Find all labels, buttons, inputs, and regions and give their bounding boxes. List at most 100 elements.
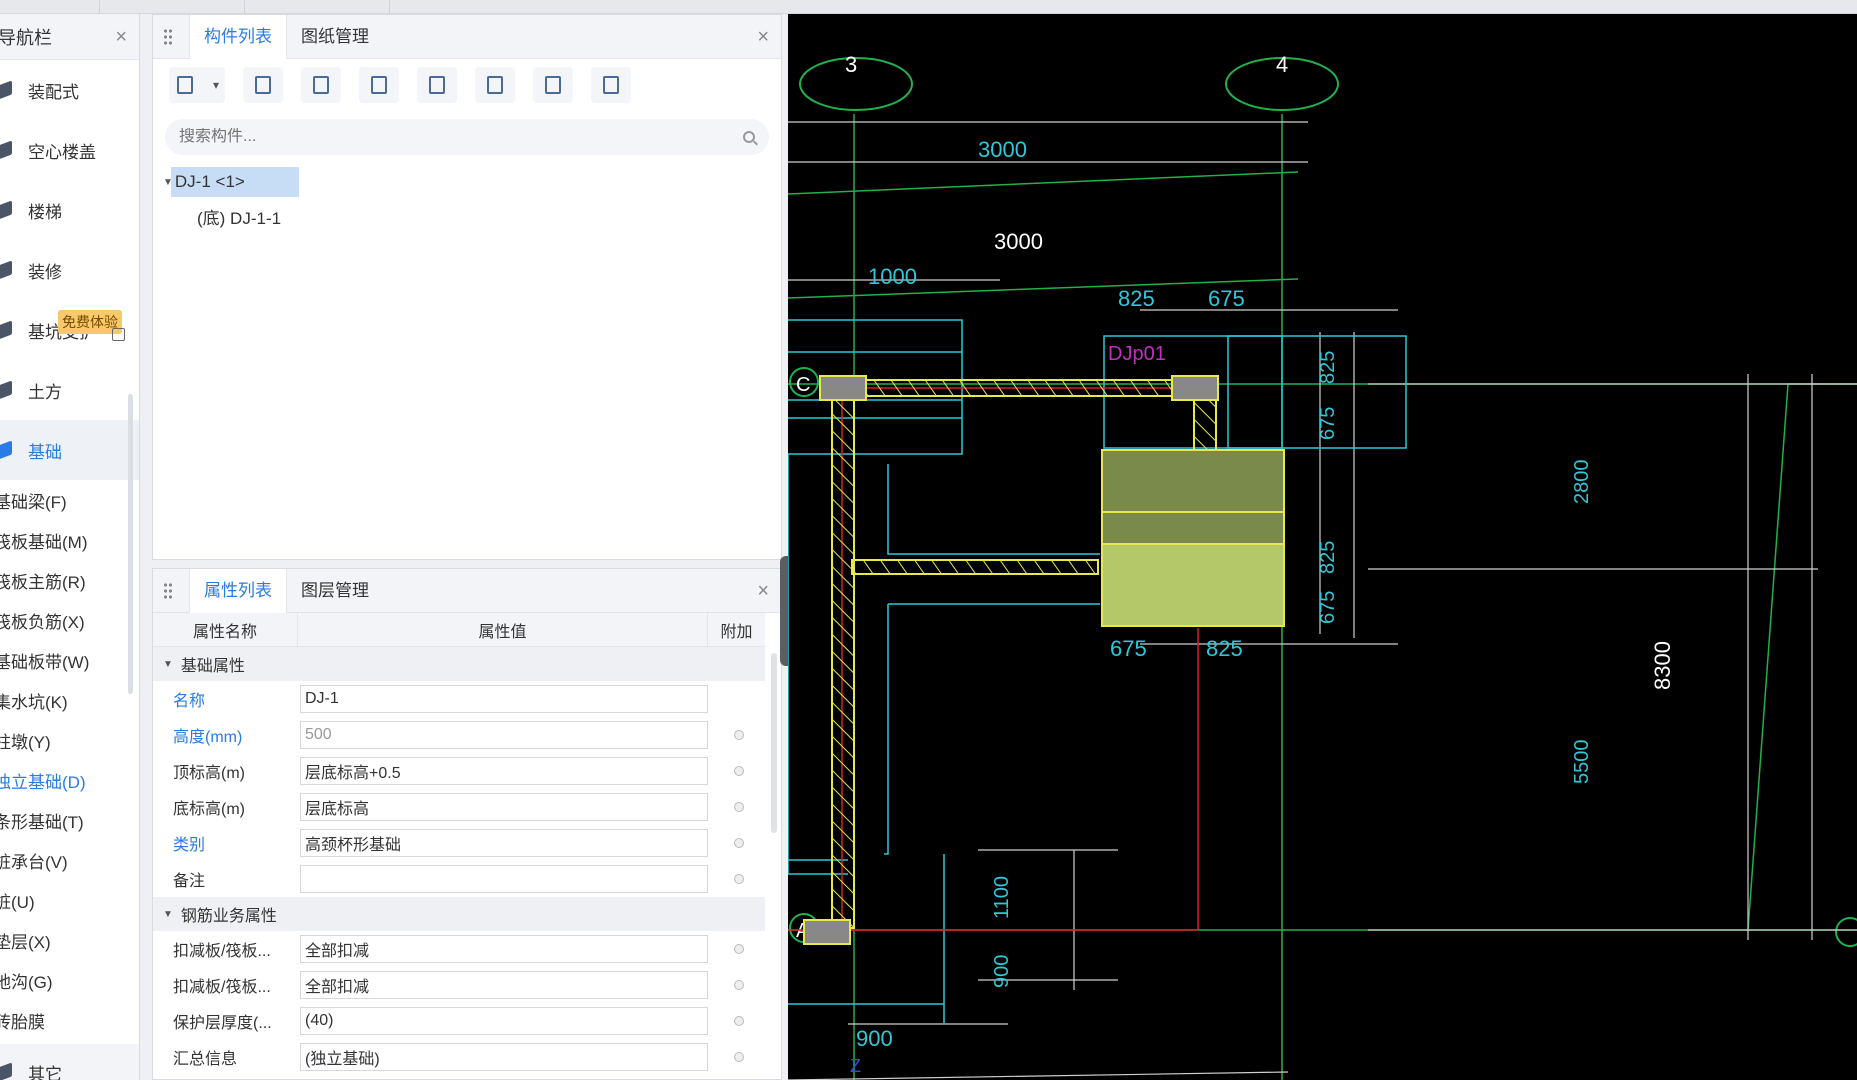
property-value-field[interactable]: (40) — [300, 1007, 708, 1035]
property-row-category: 类别 高颈杯形基础 — [153, 825, 765, 861]
property-value-field[interactable]: 层底标高 — [300, 793, 708, 821]
nav-sub-item[interactable]: 砖胎膜 — [0, 1000, 139, 1040]
svg-text:1000: 1000 — [868, 264, 917, 289]
property-value-field[interactable]: (独立基础) — [300, 1043, 708, 1071]
nav-sub-item[interactable]: 基础板带(W) — [0, 640, 139, 680]
extra-checkbox[interactable] — [734, 944, 744, 954]
property-value-field[interactable]: 500 — [300, 721, 708, 749]
nav-category-other[interactable]: 其它 — [0, 1044, 139, 1080]
layer-copy-icon — [371, 76, 387, 94]
extra-checkbox[interactable] — [734, 766, 744, 776]
nav-sub-item[interactable]: 基础梁(F) — [0, 480, 139, 520]
expand-arrow-icon[interactable]: ▼ — [163, 177, 173, 188]
property-row-height: 高度(mm) 500 — [153, 717, 765, 753]
svg-text:825: 825 — [1317, 351, 1339, 384]
property-row-name: 名称 DJ-1 — [153, 681, 765, 717]
collapse-arrow-icon[interactable]: ▼ — [163, 909, 173, 920]
property-value-field[interactable]: DJ-1 — [300, 685, 708, 713]
column-c4 — [1171, 375, 1219, 401]
nav-category-hollow-floor[interactable]: 空心楼盖 — [0, 120, 139, 180]
nav-sub-item-isolated-foundation[interactable]: 独立基础(D) — [0, 760, 139, 800]
nav-category-assembly[interactable]: 装配式 — [0, 60, 139, 120]
property-value-field[interactable]: 高颈杯形基础 — [300, 829, 708, 857]
svg-text:2800: 2800 — [1571, 460, 1593, 505]
property-row-bottom-elev: 底标高(m) 层底标高 — [153, 789, 765, 825]
property-value-field[interactable]: 全部扣减 — [300, 935, 708, 963]
tab-component-list[interactable]: 构件列表 — [189, 14, 287, 59]
close-icon[interactable]: × — [757, 27, 769, 47]
tree-node-dj1[interactable]: ▼ DJ-1 <1> — [163, 167, 299, 197]
extra-checkbox[interactable] — [734, 802, 744, 812]
collapse-arrow-icon[interactable]: ▼ — [163, 659, 173, 670]
group-foundation-attrs[interactable]: ▼ 基础属性 — [153, 647, 765, 681]
component-toolbar — [153, 59, 781, 111]
beam-mid — [851, 559, 1099, 575]
column-c3 — [819, 375, 867, 401]
properties-button[interactable] — [533, 67, 573, 103]
copy-button[interactable] — [243, 67, 283, 103]
nav-sub-item[interactable]: 桩(U) — [0, 880, 139, 920]
tab-layer-manager[interactable]: 图层管理 — [287, 569, 383, 613]
extra-checkbox[interactable] — [734, 874, 744, 884]
delete-button[interactable] — [301, 67, 341, 103]
property-scrollbar[interactable] — [771, 653, 777, 833]
cad-canvas[interactable]: 3 4 C A 3000 3000 1000 825 675 675 825 9… — [788, 14, 1857, 1080]
new-file-icon — [177, 76, 193, 94]
svg-text:900: 900 — [991, 955, 1013, 988]
property-row-remark: 备注 — [153, 861, 765, 897]
nav-sub-item[interactable]: 筏板主筋(R) — [0, 560, 139, 600]
property-row-top-elev: 顶标高(m) 层底标高+0.5 — [153, 753, 765, 789]
save-button[interactable] — [417, 67, 457, 103]
drag-handle-icon[interactable] — [163, 27, 173, 46]
extra-checkbox[interactable] — [734, 980, 744, 990]
close-icon[interactable]: × — [115, 27, 127, 47]
nav-sub-item[interactable]: 条形基础(T) — [0, 800, 139, 840]
filter-button[interactable] — [591, 67, 631, 103]
extra-checkbox[interactable] — [734, 1016, 744, 1026]
extra-checkbox[interactable] — [734, 838, 744, 848]
extra-checkbox[interactable] — [734, 730, 744, 740]
new-component-button[interactable] — [169, 67, 225, 103]
nav-sub-item[interactable]: 垫层(X) — [0, 920, 139, 960]
close-icon[interactable]: × — [757, 581, 769, 601]
nav-sub-item[interactable]: 集水坑(K) — [0, 680, 139, 720]
nav-scrollbar[interactable] — [128, 394, 133, 694]
nav-sub-item[interactable]: 桩承台(V) — [0, 840, 139, 880]
svg-text:3000: 3000 — [992, 1076, 1041, 1080]
earthwork-icon — [0, 380, 12, 400]
nav-sub-item[interactable]: 筏板负筋(X) — [0, 600, 139, 640]
nav-category-stairs[interactable]: 楼梯 — [0, 180, 139, 240]
property-value-field[interactable]: 全部扣减 — [300, 971, 708, 999]
svg-text:5500: 5500 — [1571, 740, 1593, 785]
component-tree: ▼ DJ-1 <1> (底) DJ-1-1 — [153, 167, 781, 231]
search-input[interactable] — [179, 128, 479, 146]
tree-node-dj1-1[interactable]: (底) DJ-1-1 — [153, 201, 781, 231]
search-icon[interactable] — [743, 131, 755, 143]
group-rebar-attrs[interactable]: ▼ 钢筋业务属性 — [153, 897, 765, 931]
nav-category-earthwork[interactable]: 土方 — [0, 360, 139, 420]
nav-category-foundation[interactable]: 基础 — [0, 420, 139, 480]
svg-text:675: 675 — [1110, 636, 1147, 661]
beam-left — [831, 397, 855, 929]
axis-label-4: 4 — [1276, 52, 1288, 77]
nav-sub-item[interactable]: 柱墩(Y) — [0, 720, 139, 760]
list-icon — [545, 76, 561, 94]
nav-panel: 导航栏 × 装配式 空心楼盖 楼梯 装修 基坑支护免费体验 土方 基础 基础梁(… — [0, 14, 140, 1080]
nav-category-pit-support[interactable]: 基坑支护免费体验 — [0, 300, 139, 360]
extra-checkbox[interactable] — [734, 1052, 744, 1062]
export-icon — [487, 76, 503, 94]
nav-sub-item[interactable]: 筏板基础(M) — [0, 520, 139, 560]
property-value-field[interactable]: 层底标高+0.5 — [300, 757, 708, 785]
col-property-name: 属性名称 — [153, 613, 298, 646]
svg-text:3000: 3000 — [994, 229, 1043, 254]
property-value-field[interactable] — [300, 865, 708, 893]
nav-category-decoration[interactable]: 装修 — [0, 240, 139, 300]
nav-sub-item[interactable]: 地沟(G) — [0, 960, 139, 1000]
tab-property-list[interactable]: 属性列表 — [189, 568, 287, 613]
drag-handle-icon[interactable] — [163, 581, 173, 600]
layer-copy-button[interactable] — [359, 67, 399, 103]
nav-header: 导航栏 × — [0, 14, 139, 60]
export-button[interactable] — [475, 67, 515, 103]
nav-title: 导航栏 — [0, 27, 52, 48]
tab-drawing-manager[interactable]: 图纸管理 — [287, 15, 383, 59]
